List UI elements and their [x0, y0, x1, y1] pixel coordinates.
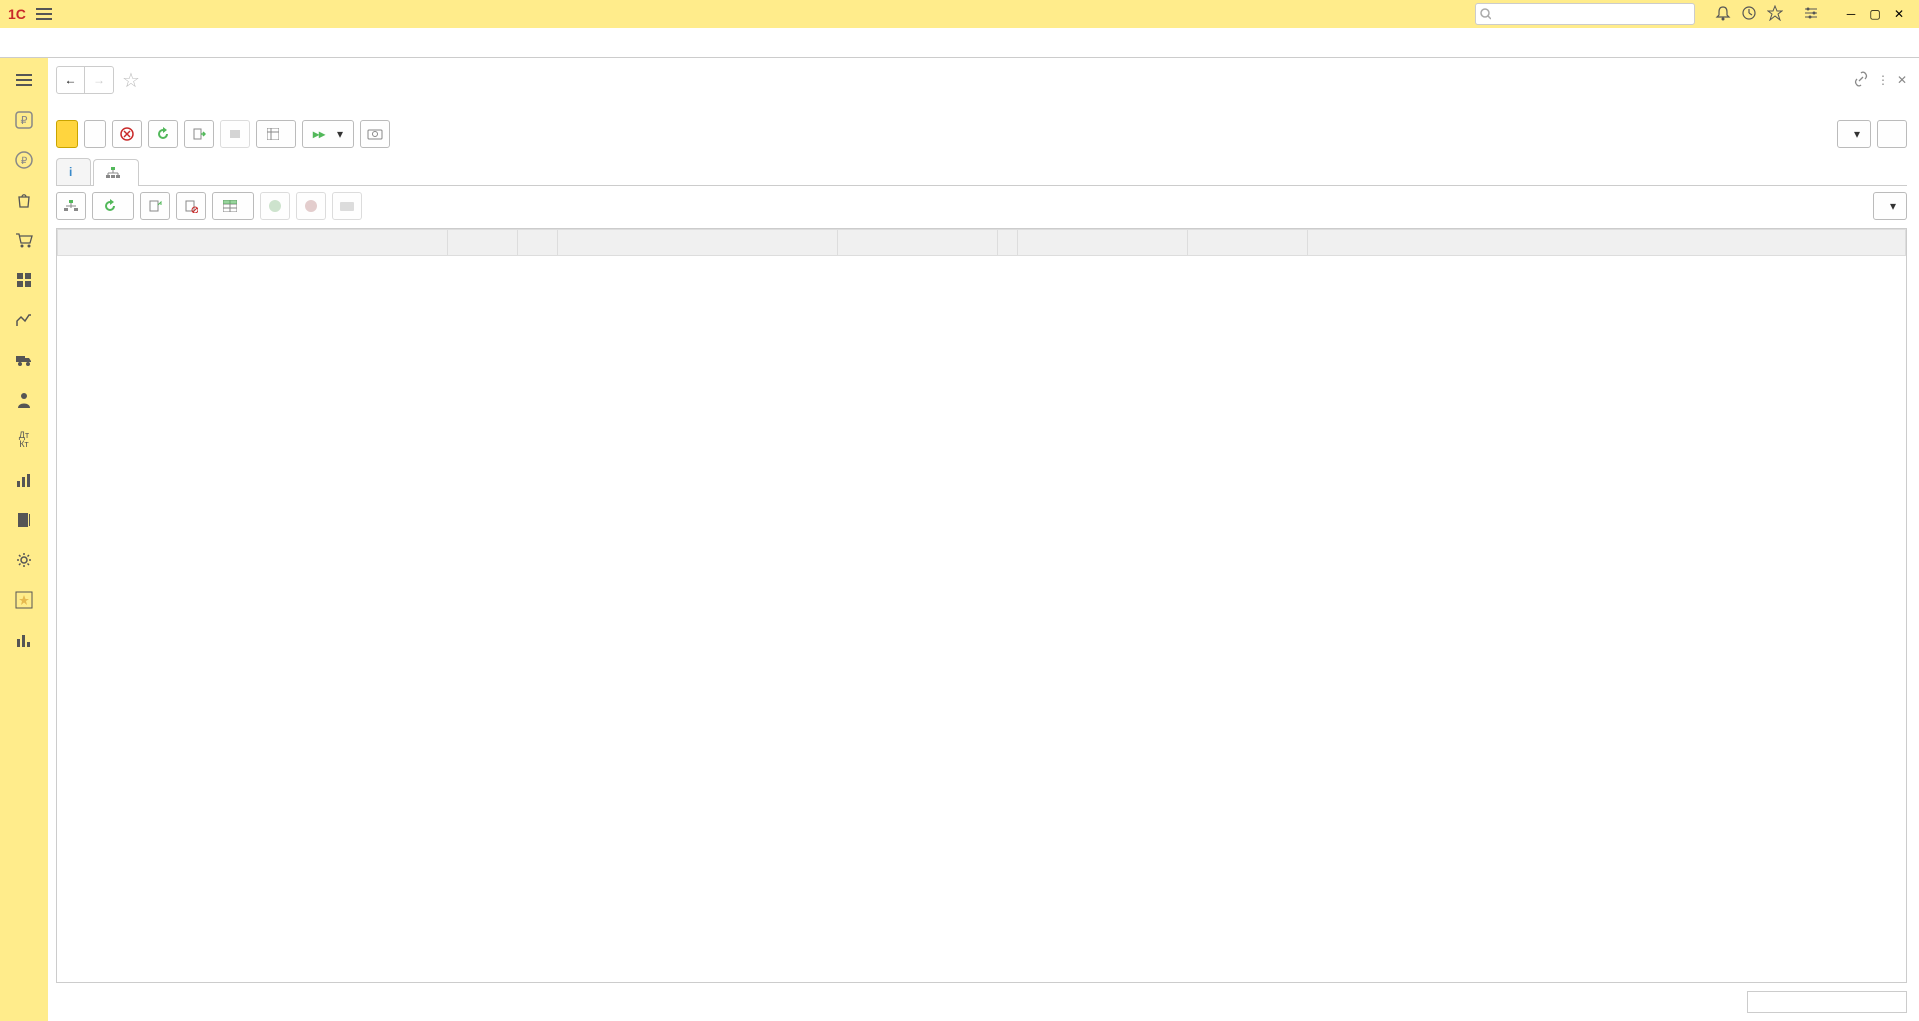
- star-icon[interactable]: [1767, 5, 1783, 24]
- titlebar: 1C ─ ▢ ✕: [0, 0, 1919, 28]
- doc-up-button[interactable]: [140, 192, 170, 220]
- sidebar-gear-icon[interactable]: [10, 546, 38, 574]
- bell-icon[interactable]: [1715, 5, 1731, 24]
- sidebar-cart-icon[interactable]: [10, 226, 38, 254]
- doc-restrict-icon: [184, 199, 198, 213]
- settings-icon[interactable]: [1803, 6, 1819, 23]
- structure-icon: [106, 167, 120, 179]
- cancel-icon: [120, 127, 134, 141]
- document-tabs: [0, 28, 1919, 58]
- search-icon: [1480, 8, 1491, 20]
- close-page-button[interactable]: ✕: [1897, 73, 1907, 87]
- tab-info[interactable]: i: [56, 158, 91, 185]
- export-icon: [192, 127, 206, 141]
- chevron-down-icon: ▾: [337, 127, 343, 141]
- page-header: ← → ☆ ⋮ ✕: [56, 66, 1907, 94]
- table-header-row: [58, 230, 1906, 256]
- info-icon: i: [69, 165, 72, 179]
- col-stage[interactable]: [448, 230, 518, 256]
- attach-button[interactable]: [220, 120, 250, 148]
- maximize-button[interactable]: ▢: [1863, 4, 1887, 24]
- nav-forward-button[interactable]: →: [85, 67, 113, 93]
- nav-arrows: ← →: [56, 66, 114, 94]
- sidebar-menu-icon[interactable]: [10, 66, 38, 94]
- view-mode-button[interactable]: [256, 120, 296, 148]
- more-button[interactable]: ▾: [1837, 120, 1871, 148]
- structure-icon-button[interactable]: [56, 192, 86, 220]
- export-button[interactable]: [184, 120, 214, 148]
- structure-table[interactable]: [56, 228, 1907, 983]
- data-button[interactable]: [212, 192, 254, 220]
- col-center[interactable]: [558, 230, 838, 256]
- left-sidebar: ₽ ₽ ДтКт: [0, 58, 48, 1021]
- minimize-button[interactable]: ─: [1839, 4, 1863, 24]
- viewmode-icon: [267, 128, 279, 140]
- sidebar-star-badge-icon[interactable]: [10, 586, 38, 614]
- refresh-icon: [103, 199, 117, 213]
- table-icon: [223, 200, 237, 212]
- refresh-button[interactable]: [148, 120, 178, 148]
- content-area: ← → ☆ ⋮ ✕ ▸▸ ▾: [48, 58, 1919, 1021]
- col-vising[interactable]: [1018, 230, 1188, 256]
- camera-icon: [367, 128, 383, 140]
- chevron-down-icon: ▾: [1890, 199, 1896, 213]
- col-modified[interactable]: [1188, 230, 1308, 256]
- camera-button[interactable]: [360, 120, 390, 148]
- status-green-button[interactable]: [260, 192, 290, 220]
- play-icon: ▸▸: [313, 127, 325, 141]
- app-logo: 1C: [8, 6, 26, 22]
- svg-text:₽: ₽: [21, 156, 28, 167]
- sidebar-person-icon[interactable]: [10, 386, 38, 414]
- sidebar-chart-icon[interactable]: [10, 306, 38, 334]
- last-modified-input[interactable]: [1747, 991, 1907, 1013]
- main-menu-icon[interactable]: [34, 5, 54, 23]
- nav-back-button[interactable]: ←: [57, 67, 85, 93]
- cancel-post-button[interactable]: [112, 120, 142, 148]
- doc-up-icon: [148, 199, 162, 213]
- sidebar-currency-icon[interactable]: ₽: [10, 106, 38, 134]
- link-icon[interactable]: [1853, 71, 1869, 90]
- save-button[interactable]: [84, 120, 106, 148]
- footer: [56, 991, 1907, 1013]
- col-extra[interactable]: [518, 230, 558, 256]
- refresh-data-button[interactable]: [92, 192, 134, 220]
- sub-toolbar: ▾: [56, 192, 1907, 220]
- sidebar-bars-icon[interactable]: [10, 466, 38, 494]
- sidebar-dtikt-icon[interactable]: ДтКт: [10, 426, 38, 454]
- sidebar-ruble-icon[interactable]: ₽: [10, 146, 38, 174]
- col-element[interactable]: [58, 230, 448, 256]
- main-toolbar: ▸▸ ▾ ▾: [56, 120, 1907, 148]
- col-document[interactable]: [1308, 230, 1906, 256]
- sidebar-book-icon[interactable]: [10, 506, 38, 534]
- sidebar-bag-icon[interactable]: [10, 186, 38, 214]
- sidebar-grid-icon[interactable]: [10, 266, 38, 294]
- refresh-icon: [156, 127, 170, 141]
- col-marker[interactable]: [998, 230, 1018, 256]
- sidebar-truck-icon[interactable]: [10, 346, 38, 374]
- close-window-button[interactable]: ✕: [1887, 4, 1911, 24]
- camera-small-button[interactable]: [332, 192, 362, 220]
- help-button[interactable]: [1877, 120, 1907, 148]
- inner-tabs: i: [56, 158, 1907, 186]
- favorite-star-icon[interactable]: ☆: [122, 68, 140, 93]
- chevron-down-icon: ▾: [1854, 127, 1860, 141]
- status-red-button[interactable]: [296, 192, 326, 220]
- history-icon[interactable]: [1741, 5, 1757, 24]
- search-input[interactable]: [1495, 8, 1690, 20]
- sub-more-button[interactable]: ▾: [1873, 192, 1907, 220]
- svg-text:₽: ₽: [21, 115, 28, 127]
- kebab-icon[interactable]: ⋮: [1877, 73, 1889, 87]
- sidebar-stats-icon[interactable]: [10, 626, 38, 654]
- doc-restrict-button[interactable]: [176, 192, 206, 220]
- top-icons: [1715, 5, 1819, 24]
- window-buttons: ─ ▢ ✕: [1839, 4, 1911, 24]
- global-search[interactable]: [1475, 3, 1695, 25]
- services-button[interactable]: ▸▸ ▾: [302, 120, 354, 148]
- post-and-close-button[interactable]: [56, 120, 78, 148]
- attach-icon: [228, 127, 242, 141]
- tab-structure[interactable]: [93, 159, 139, 186]
- col-restrictions[interactable]: [838, 230, 998, 256]
